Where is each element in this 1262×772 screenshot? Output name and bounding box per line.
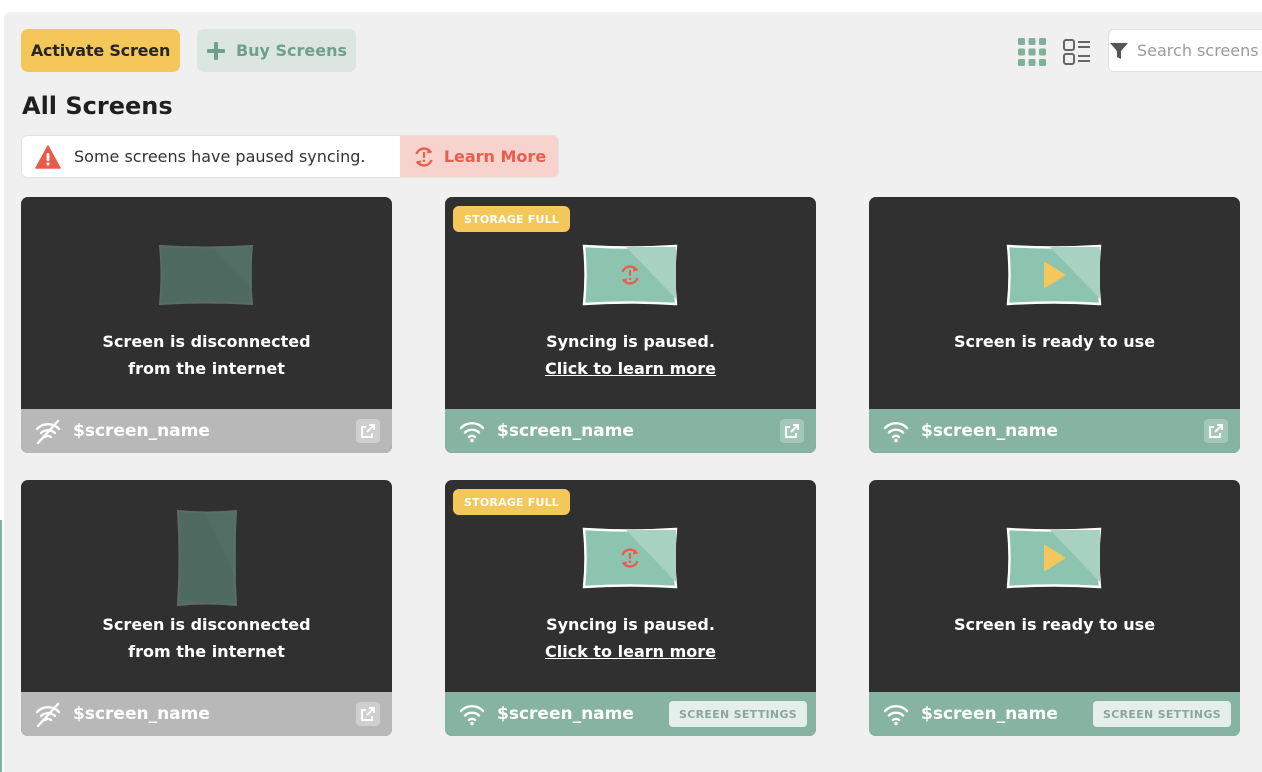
screen-status: Syncing is paused. Click to learn more [445, 328, 816, 382]
plus-icon [206, 41, 225, 60]
screen-footer: $screen_name [445, 409, 816, 453]
activate-screen-button[interactable]: Activate Screen [21, 29, 180, 72]
screen-card[interactable]: STORAGE FULL Syncing is paused. Click to… [445, 197, 816, 453]
buy-screens-label: Buy Screens [235, 41, 348, 60]
filter-icon [1110, 42, 1128, 59]
screen-preview: Screen is disconnected from the internet [21, 480, 392, 692]
warning-icon [35, 144, 61, 169]
screen-footer: $screen_name [21, 692, 392, 736]
external-link-icon[interactable] [356, 702, 380, 726]
screen-settings-button[interactable]: SCREEN SETTINGS [1093, 701, 1231, 727]
grid-view-icon[interactable] [1018, 38, 1046, 66]
screen-footer: $screen_name SCREEN SETTINGS [445, 692, 816, 736]
screen-card[interactable]: Screen is disconnected from the internet… [21, 197, 392, 453]
screen-status: Screen is disconnected from the internet [102, 615, 311, 661]
wifi-icon [457, 418, 487, 444]
wifi-icon [881, 701, 911, 727]
wifi-off-icon [33, 418, 63, 444]
screen-card[interactable]: Screen is ready to use $screen_name SCRE… [869, 480, 1240, 736]
screen-offline-portrait-illustration [176, 509, 238, 607]
screen-offline-illustration [158, 244, 254, 306]
page-title: All Screens [22, 92, 173, 120]
learn-more-link[interactable]: Click to learn more [445, 355, 816, 382]
screen-preview: STORAGE FULL Syncing is paused. Click to… [445, 480, 816, 692]
screen-name: $screen_name [921, 704, 1058, 724]
external-link-icon[interactable] [356, 419, 380, 443]
screen-card[interactable]: Screen is ready to use $screen_name [869, 197, 1240, 453]
screen-preview: Screen is ready to use [869, 480, 1240, 692]
sidebar-edge [0, 520, 2, 772]
filter-button[interactable] [1109, 30, 1129, 71]
learn-more-button[interactable]: Learn More [400, 136, 558, 177]
sync-alert-banner: Some screens have paused syncing. Learn … [21, 135, 559, 178]
screen-paused-illustration [582, 244, 678, 306]
screen-footer: $screen_name SCREEN SETTINGS [869, 692, 1240, 736]
sync-paused-icon [415, 146, 433, 167]
screen-card[interactable]: STORAGE FULL Syncing is paused. Click to… [445, 480, 816, 736]
learn-more-link[interactable]: Click to learn more [445, 638, 816, 665]
alert-message: Some screens have paused syncing. [74, 147, 366, 166]
screen-name: $screen_name [497, 704, 634, 724]
external-link-icon[interactable] [780, 419, 804, 443]
screen-name: $screen_name [497, 421, 634, 441]
screen-preview: Screen is disconnected from the internet [21, 197, 392, 409]
screen-status: Screen is ready to use [953, 615, 1156, 634]
list-view-icon[interactable] [1062, 37, 1092, 67]
search-input[interactable] [1129, 40, 1262, 61]
screen-ready-illustration [1006, 244, 1102, 306]
wifi-icon [457, 701, 487, 727]
search-bar [1108, 29, 1262, 72]
storage-full-badge: STORAGE FULL [453, 206, 570, 232]
screen-name: $screen_name [73, 704, 210, 724]
screen-name: $screen_name [921, 421, 1058, 441]
learn-more-label: Learn More [443, 147, 547, 166]
screen-status: Syncing is paused. Click to learn more [445, 611, 816, 665]
screen-settings-button[interactable]: SCREEN SETTINGS [669, 701, 807, 727]
storage-full-badge: STORAGE FULL [453, 489, 570, 515]
screen-preview: Screen is ready to use [869, 197, 1240, 409]
screen-preview: STORAGE FULL Syncing is paused. Click to… [445, 197, 816, 409]
screen-paused-illustration [582, 527, 678, 589]
screen-name: $screen_name [73, 421, 210, 441]
wifi-icon [881, 418, 911, 444]
screen-ready-illustration [1006, 527, 1102, 589]
screen-card[interactable]: Screen is disconnected from the internet… [21, 480, 392, 736]
external-link-icon[interactable] [1204, 419, 1228, 443]
screen-status: Screen is ready to use [953, 332, 1156, 351]
screen-footer: $screen_name [869, 409, 1240, 453]
screen-status: Screen is disconnected from the internet [102, 332, 311, 378]
buy-screens-button[interactable]: Buy Screens [197, 29, 356, 72]
screen-footer: $screen_name [21, 409, 392, 453]
wifi-off-icon [33, 701, 63, 727]
